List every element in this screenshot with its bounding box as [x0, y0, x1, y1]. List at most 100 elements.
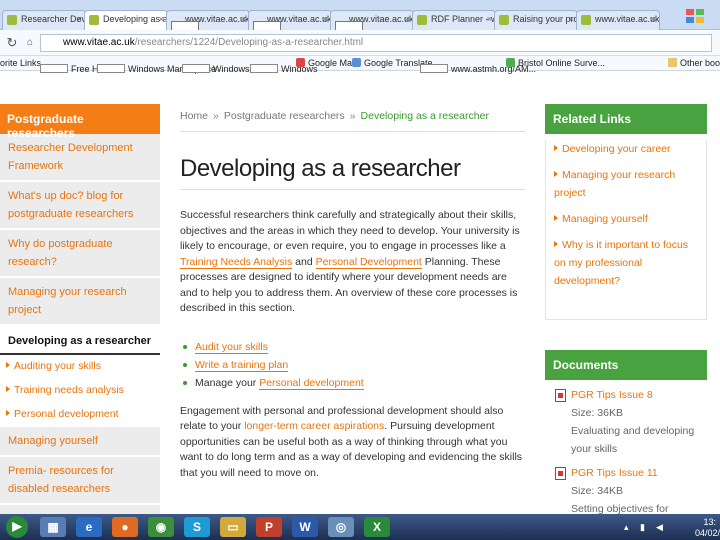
nav-item-developing-as-researcher[interactable]: Developing as a researcher: [0, 326, 160, 355]
clock-date[interactable]: 04/02/: [695, 528, 720, 538]
breadcrumb-home[interactable]: Home: [180, 110, 208, 122]
career-aspirations-link[interactable]: longer-term career aspirations: [244, 420, 384, 432]
chrome-icon[interactable]: ◉: [148, 517, 174, 537]
related-link-managing-research-project[interactable]: Managing your research project: [546, 166, 706, 202]
clock-time[interactable]: 13:: [703, 517, 716, 527]
nav-heading[interactable]: Postgraduate researchers: [0, 104, 160, 140]
bookmarks-bar: orite Links Free Hotmail Windows Marketp…: [0, 56, 720, 74]
list-item: Audit your skills: [180, 338, 525, 356]
document-size: Size: 36KB: [571, 407, 623, 419]
browser-toolbar: ↻ ⌂ www.vitae.ac.uk/researchers/1224/Dev…: [0, 30, 720, 56]
related-links-box: Developing your career Managing your res…: [545, 140, 707, 320]
arrow-right-icon: [6, 362, 10, 368]
personal-development-link[interactable]: Personal Development: [315, 255, 422, 269]
reload-icon[interactable]: ↻: [4, 35, 20, 51]
word-icon[interactable]: W: [292, 517, 318, 537]
arrow-right-icon: [6, 386, 10, 392]
excel-icon[interactable]: X: [364, 517, 390, 537]
personal-development-bullet-link[interactable]: Personal development: [259, 376, 364, 390]
nav-item-premia-resources[interactable]: Premia- resources for disabled researche…: [0, 457, 160, 505]
app-icon[interactable]: ◎: [328, 517, 354, 537]
vitae-favicon-icon: [581, 15, 591, 25]
browser-tab[interactable]: www.vitae.ac.uk/×: [248, 10, 332, 30]
browser-tab[interactable]: Raising your profi ×: [494, 10, 578, 30]
arrow-right-icon: [554, 241, 558, 247]
page-content: Postgraduate researchers Researcher Deve…: [0, 72, 720, 514]
document-description: Evaluating and developing your skills: [571, 425, 695, 455]
bookmark-item[interactable]: Bristol Online Surve...: [506, 58, 605, 68]
address-bar[interactable]: www.vitae.ac.uk/researchers/1224/Develop…: [40, 34, 712, 52]
right-sidebar: Related Links Developing your career Man…: [545, 104, 707, 514]
related-link-why-focus-development[interactable]: Why is it important to focus on my profe…: [546, 236, 706, 290]
browser-tab[interactable]: Researcher Devel ×: [2, 10, 86, 30]
nav-item-supervision-key-relationships[interactable]: Supervision and key relationships: [0, 505, 160, 514]
home-icon[interactable]: ⌂: [22, 35, 38, 51]
nav-item-managing-yourself[interactable]: Managing yourself: [0, 427, 160, 457]
close-tab-icon[interactable]: ×: [487, 14, 492, 24]
bookmark-item[interactable]: Google Mail: [296, 58, 356, 68]
desktop-icon[interactable]: ▦: [40, 517, 66, 537]
main-content: Home » Postgraduate researchers » Developing…: [180, 104, 525, 481]
browser-tab[interactable]: RDF Planner - ww×: [412, 10, 496, 30]
close-tab-icon[interactable]: ×: [569, 14, 574, 24]
nav-item-why-do-postgraduate-research[interactable]: Why do postgraduate research?: [0, 230, 160, 278]
close-tab-icon[interactable]: ×: [405, 14, 410, 24]
document-title[interactable]: PGR Tips Issue 11: [571, 464, 707, 482]
list-item: Manage your Personal development: [180, 374, 525, 392]
nav-subitem-auditing-skills[interactable]: Auditing your skills: [0, 355, 160, 379]
training-needs-analysis-link[interactable]: Training Needs Analysis: [180, 255, 293, 269]
close-tab-icon[interactable]: ×: [77, 14, 82, 24]
related-link-managing-yourself[interactable]: Managing yourself: [546, 210, 706, 228]
internet-explorer-icon[interactable]: e: [76, 517, 102, 537]
file-explorer-icon[interactable]: ▭: [220, 517, 246, 537]
page-favicon-icon: [335, 21, 363, 30]
arrow-right-icon: [554, 215, 558, 221]
start-button-icon[interactable]: ▶: [6, 516, 28, 538]
folder-icon: [667, 58, 677, 67]
pdf-icon: [555, 467, 566, 480]
page-favicon-icon: [171, 21, 199, 30]
bookmark-item[interactable]: orite Links: [0, 58, 41, 68]
windows-logo-icon: [686, 9, 704, 23]
close-tab-icon[interactable]: ×: [159, 14, 164, 24]
browser-tab-strip: Researcher Devel × Developing as a × www.v…: [0, 0, 720, 31]
close-tab-icon[interactable]: ×: [323, 14, 328, 24]
documents-heading: Documents: [545, 350, 707, 380]
nav-item-managing-research-project[interactable]: Managing your research project: [0, 278, 160, 326]
network-icon[interactable]: ▮: [640, 522, 645, 533]
skype-icon[interactable]: S: [184, 517, 210, 537]
browser-tab[interactable]: www.vitae.ac.uk/×: [166, 10, 250, 30]
arrow-right-icon: [6, 410, 10, 416]
vitae-favicon-icon: [417, 15, 427, 25]
browser-tab[interactable]: www.vitae.ac.uk/×: [330, 10, 414, 30]
volume-icon[interactable]: ◀: [656, 522, 663, 533]
nav-subitem-personal-development[interactable]: Personal development: [0, 403, 160, 427]
career-paragraph: Engagement with personal and professiona…: [180, 404, 523, 479]
document-title[interactable]: PGR Tips Issue 8: [571, 386, 707, 404]
document-description: Setting objectives for: [571, 503, 669, 514]
related-links-heading: Related Links: [545, 104, 707, 134]
browser-tab-active[interactable]: Developing as a ×: [84, 10, 168, 31]
write-training-plan-link[interactable]: Write a training plan: [195, 358, 289, 372]
browser-tab[interactable]: www.vitae.ac.uk/×: [576, 10, 660, 30]
system-tray: ▴ ▮ ◀ 13: 04/02/: [610, 514, 720, 540]
powerpoint-icon[interactable]: P: [256, 517, 282, 537]
nav-subitem-training-needs-analysis[interactable]: Training needs analysis: [0, 379, 160, 403]
related-link-developing-career[interactable]: Developing your career: [546, 140, 706, 158]
document-item[interactable]: PGR Tips Issue 8 Size: 36KB Evaluating a…: [545, 386, 707, 458]
breadcrumb-section[interactable]: Postgraduate researchers: [224, 110, 345, 122]
nav-item-whats-up-doc-blog[interactable]: What's up doc? blog for postgraduate res…: [0, 182, 160, 230]
tray-arrow-icon[interactable]: ▴: [624, 522, 629, 533]
close-tab-icon[interactable]: ×: [651, 14, 656, 24]
document-item[interactable]: PGR Tips Issue 11 Size: 34KB Setting obj…: [545, 464, 707, 514]
nav-item-researcher-development-framework[interactable]: Researcher Development Framework: [0, 134, 160, 182]
close-tab-icon[interactable]: ×: [241, 14, 246, 24]
audit-skills-link[interactable]: Audit your skills: [195, 340, 268, 354]
vitae-favicon-icon: [499, 15, 509, 25]
list-item: Write a training plan: [180, 356, 525, 374]
arrow-right-icon: [554, 145, 558, 151]
other-bookmarks[interactable]: Other boo: [667, 58, 720, 68]
bullet-icon: [183, 362, 187, 367]
globe-icon: [506, 58, 515, 67]
firefox-icon[interactable]: ●: [112, 517, 138, 537]
